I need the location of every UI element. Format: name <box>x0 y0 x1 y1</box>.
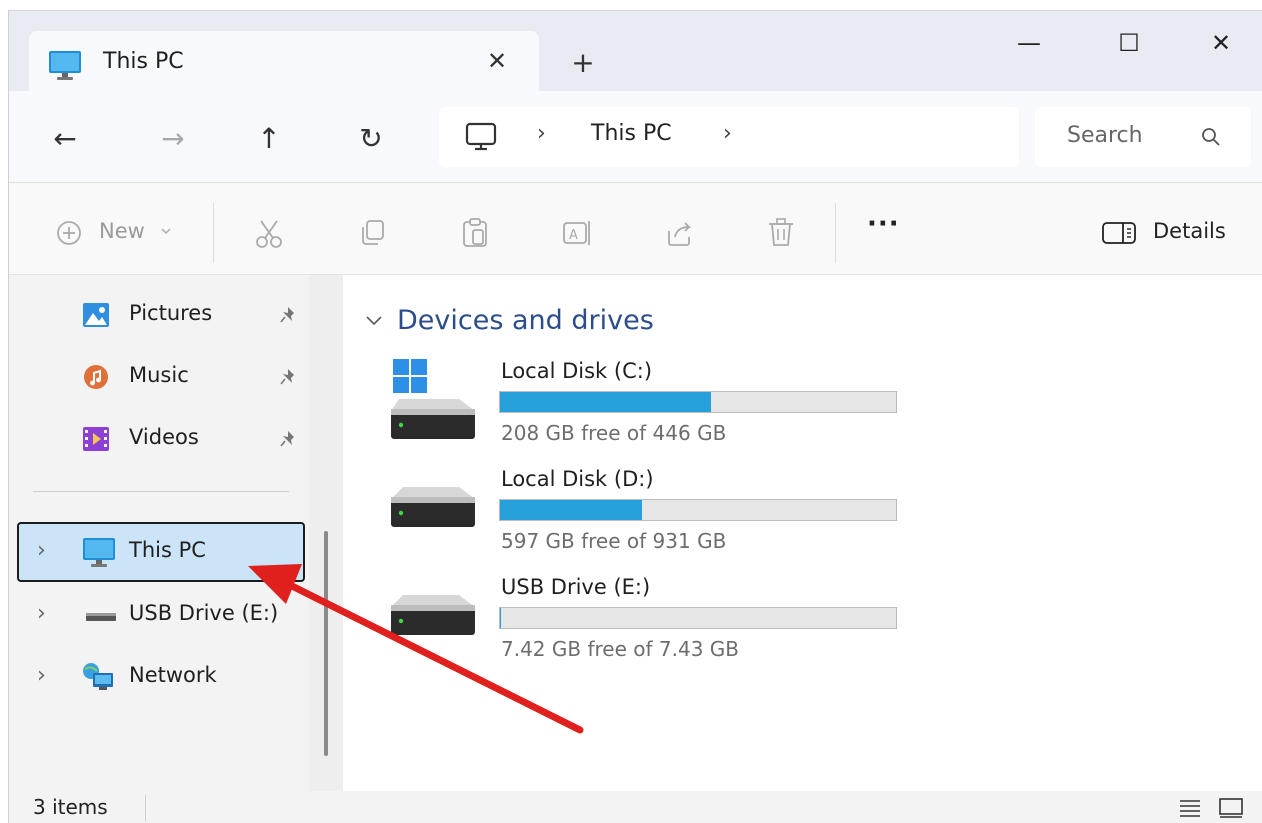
sidebar-item-label: Videos <box>129 425 199 449</box>
see-more-button[interactable]: ··· <box>867 209 900 239</box>
drive-tile-e[interactable]: USB Drive (E:) 7.42 GB free of 7.43 GB <box>383 575 943 675</box>
network-icon <box>81 661 115 695</box>
search-box[interactable]: Search <box>1035 107 1251 167</box>
close-window-button[interactable]: ✕ <box>1191 25 1251 61</box>
address-bar[interactable]: › This PC › <box>439 107 1019 167</box>
cut-icon[interactable] <box>249 213 289 253</box>
maximize-button[interactable]: ☐ <box>1099 25 1159 61</box>
new-button[interactable]: New <box>99 219 145 243</box>
pictures-icon <box>81 301 111 333</box>
sidebar-scrollbar-thumb[interactable] <box>324 531 328 756</box>
refresh-button[interactable]: ↻ <box>349 119 393 159</box>
share-icon[interactable] <box>659 213 699 253</box>
paste-icon[interactable] <box>455 213 495 253</box>
sidebar-item-label: Music <box>129 363 189 387</box>
command-divider <box>213 203 214 263</box>
sidebar-item-label: USB Drive (E:) <box>129 601 279 625</box>
pin-icon[interactable] <box>279 367 297 391</box>
group-header-devices-and-drives[interactable]: Devices and drives <box>397 305 654 336</box>
sidebar-item-music[interactable]: Music <box>9 349 309 405</box>
forward-button[interactable]: → <box>151 119 195 159</box>
sidebar-item-pictures[interactable]: Pictures <box>9 287 309 343</box>
drive-name: Local Disk (D:) <box>501 467 654 491</box>
sidebar-item-usb-drive[interactable]: › USB Drive (E:) <box>9 587 309 643</box>
details-pane-icon <box>1099 217 1139 257</box>
status-divider <box>145 795 146 821</box>
drive-usage-fill <box>500 500 643 520</box>
drive-usage-bar <box>499 607 897 629</box>
back-button[interactable]: ← <box>43 119 87 159</box>
drive-free-space: 208 GB free of 446 GB <box>501 421 727 445</box>
new-tab-button[interactable]: + <box>565 45 601 81</box>
breadcrumb-expand[interactable]: › <box>723 121 732 146</box>
pin-icon[interactable] <box>279 305 297 329</box>
chevron-right-icon[interactable]: › <box>37 601 46 626</box>
chevron-down-icon <box>159 223 173 263</box>
rename-icon[interactable]: A <box>557 213 597 253</box>
breadcrumb-this-pc[interactable]: This PC <box>591 121 672 146</box>
sidebar-item-label: Pictures <box>129 301 213 325</box>
sidebar-item-videos[interactable]: Videos <box>9 411 309 467</box>
music-icon <box>81 363 111 395</box>
drive-usage-fill <box>500 392 712 412</box>
sidebar-item-label: Network <box>129 663 217 687</box>
breadcrumb-separator[interactable]: › <box>537 121 546 146</box>
title-bar: This PC ✕ + — ☐ ✕ <box>9 11 1262 93</box>
tiles-view-icon[interactable] <box>1217 795 1245 823</box>
command-bar: New A ··· Details <box>9 183 1262 275</box>
computer-icon <box>463 121 499 157</box>
videos-icon <box>81 425 111 457</box>
drive-name: Local Disk (C:) <box>501 359 653 383</box>
monitor-icon <box>81 536 117 572</box>
sidebar-item-label: This PC <box>129 538 206 562</box>
drive-free-space: 7.42 GB free of 7.43 GB <box>501 637 739 661</box>
sidebar-item-this-pc[interactable]: › This PC <box>9 524 309 580</box>
details-button[interactable]: Details <box>1153 219 1226 243</box>
search-icon <box>1199 125 1223 153</box>
search-placeholder: Search <box>1067 123 1143 148</box>
drive-usage-bar <box>499 499 897 521</box>
windows-drive-icon <box>383 359 483 449</box>
drive-icon <box>383 581 483 645</box>
details-view-icon[interactable] <box>1177 795 1203 823</box>
drive-tile-c[interactable]: Local Disk (C:) 208 GB free of 446 GB <box>383 359 943 459</box>
drive-usage-bar <box>499 391 897 413</box>
drive-icon <box>383 473 483 537</box>
chevron-down-icon[interactable] <box>365 311 383 333</box>
drive-free-space: 597 GB free of 931 GB <box>501 529 727 553</box>
delete-icon[interactable] <box>761 213 801 253</box>
tab-close-button[interactable]: ✕ <box>477 43 517 79</box>
tab-this-pc[interactable]: This PC ✕ <box>29 31 539 93</box>
pin-icon[interactable] <box>279 429 297 453</box>
copy-icon[interactable] <box>353 213 393 253</box>
chevron-right-icon[interactable]: › <box>37 663 46 688</box>
content-pane: Devices and drives Local Disk (C:) 208 G… <box>343 275 1262 791</box>
drive-tile-d[interactable]: Local Disk (D:) 597 GB free of 931 GB <box>383 467 943 567</box>
drive-name: USB Drive (E:) <box>501 575 651 599</box>
sidebar-separator <box>33 491 289 492</box>
monitor-icon <box>47 49 83 85</box>
file-explorer-window: This PC ✕ + — ☐ ✕ ← → ↑ ↻ › This PC › Se… <box>8 10 1262 823</box>
tab-title: This PC <box>103 49 184 74</box>
status-bar: 3 items <box>9 791 1262 823</box>
command-divider <box>835 203 836 263</box>
usb-drive-icon <box>85 609 117 628</box>
chevron-right-icon[interactable]: › <box>37 538 46 563</box>
sidebar-item-network[interactable]: › Network <box>9 649 309 705</box>
svg-text:A: A <box>569 228 578 243</box>
up-button[interactable]: ↑ <box>247 119 291 159</box>
minimize-button[interactable]: — <box>999 25 1059 61</box>
item-count: 3 items <box>33 795 108 819</box>
navigation-bar: ← → ↑ ↻ › This PC › Search <box>9 91 1262 183</box>
add-icon[interactable] <box>49 213 89 253</box>
